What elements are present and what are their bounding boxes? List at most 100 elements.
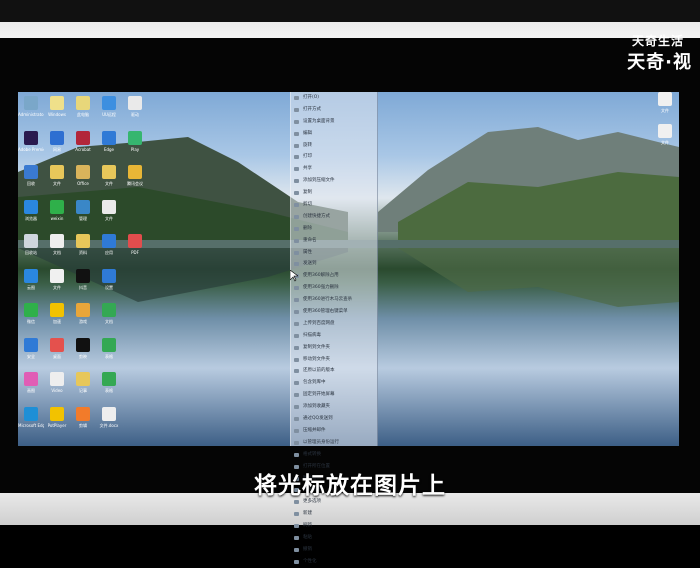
desktop-icon[interactable]: 云图: [18, 268, 44, 299]
desktop-icon[interactable]: 记事: [70, 372, 96, 402]
context-menu-item[interactable]: 新建: [291, 508, 377, 520]
desktop-icon[interactable]: 文档: [44, 234, 70, 264]
desktop-icon-label: 记事: [79, 388, 87, 393]
context-menu-item[interactable]: 重命名: [291, 235, 377, 247]
desktop-icon-label: 加速: [53, 319, 61, 324]
context-menu-item[interactable]: 添加到收藏夹: [291, 401, 377, 413]
context-menu-item[interactable]: 设置为桌面背景: [291, 116, 377, 128]
context-menu-item[interactable]: 使用360强力删除: [291, 282, 377, 294]
desktop-icon[interactable]: 回收: [18, 165, 44, 195]
context-menu-item[interactable]: 以管理员身份运行: [291, 437, 377, 449]
app-icon: [50, 372, 64, 386]
desktop-icon[interactable]: 桌面: [44, 337, 70, 368]
context-menu-item[interactable]: 包含到库中: [291, 377, 377, 389]
desktop-icon[interactable]: Video: [44, 372, 70, 402]
context-menu-item[interactable]: 打印: [291, 151, 377, 163]
context-menu-item[interactable]: 上传到百度网盘: [291, 318, 377, 330]
context-menu-item[interactable]: 旋转: [291, 140, 377, 152]
desktop-icon[interactable]: 资料: [70, 234, 96, 264]
context-menu-item[interactable]: 还原以前的版本: [291, 365, 377, 377]
desktop-icon[interactable]: 文件.docx: [96, 406, 122, 437]
context-menu-item[interactable]: 格式转换: [291, 449, 377, 461]
desktop-icon[interactable]: Adobe Premiere: [18, 130, 44, 161]
desktop-icon[interactable]: 剪映: [70, 337, 96, 368]
desktop-icon[interactable]: 表格: [96, 337, 122, 368]
context-menu-item[interactable]: 添加到压缩文件: [291, 175, 377, 187]
desktop-icon[interactable]: Ofﬁce: [70, 165, 96, 195]
desktop-icon[interactable]: Windows: [44, 96, 70, 126]
desktop-icon-right-1[interactable]: 文件: [652, 92, 678, 122]
desktop-icon[interactable]: 剪辑: [70, 406, 96, 437]
menu-item-icon: [294, 179, 299, 184]
context-menu-item[interactable]: 编辑: [291, 128, 377, 140]
desktop-icon[interactable]: 游戏: [70, 303, 96, 333]
app-icon: [102, 268, 116, 283]
desktop-icon[interactable]: 安全: [18, 337, 44, 368]
desktop-icon[interactable]: 文件: [44, 165, 70, 195]
context-menu-item[interactable]: 使用360解除占用: [291, 270, 377, 282]
app-icon: [102, 372, 116, 386]
app-icon: [24, 234, 38, 248]
context-menu-item[interactable]: 复制到文件夹: [291, 342, 377, 354]
desktop-icon[interactable]: Play: [122, 130, 148, 161]
context-menu-item[interactable]: 撤销: [291, 544, 377, 556]
context-menu-item[interactable]: 创建快捷方式: [291, 211, 377, 223]
menu-item-label: 打开方式: [303, 106, 321, 112]
context-menu-item[interactable]: 使用360进行木马云查杀: [291, 294, 377, 306]
desktop-icon[interactable]: 应用: [96, 234, 122, 264]
context-menu-item[interactable]: 打开(O): [291, 92, 377, 104]
desktop-icon[interactable]: UU远程: [96, 96, 122, 126]
desktop-icon[interactable]: Edge: [96, 130, 122, 161]
menu-item-label: 通过QQ发送到: [303, 416, 333, 422]
desktop-icon[interactable]: 设置: [96, 268, 122, 299]
context-menu-item[interactable]: 剪切: [291, 199, 377, 211]
app-icon: [24, 96, 38, 110]
desktop-icon[interactable]: 腾讯会议: [122, 165, 148, 195]
desktop-icon-label: 云图: [27, 284, 35, 290]
context-menu-item[interactable]: 压缩并邮件: [291, 425, 377, 437]
context-menu-item[interactable]: 通过QQ发送到: [291, 413, 377, 425]
context-menu-item[interactable]: 刷新: [291, 520, 377, 532]
context-menu-item[interactable]: 复制: [291, 187, 377, 199]
desktop-icon[interactable]: 微信: [18, 303, 44, 333]
desktop-icon[interactable]: 此电脑: [70, 96, 96, 126]
desktop-icon-label: 文件: [105, 181, 113, 186]
desktop-icon-label: 此电脑: [77, 112, 89, 117]
context-menu-item[interactable]: 粘贴: [291, 532, 377, 544]
desktop-icon[interactable]: Microsoft Edge: [18, 406, 44, 437]
desktop-icon[interactable]: PotPlayer: [44, 406, 70, 437]
desktop-icon[interactable]: Administrator: [18, 96, 44, 126]
context-menu-item[interactable]: 打开方式: [291, 104, 377, 116]
desktop-icon[interactable]: 管理: [70, 199, 96, 230]
desktop-icon-right-2[interactable]: 文件: [652, 124, 678, 154]
desktop-icon[interactable]: Acrobat: [70, 130, 96, 161]
desktop-icon[interactable]: 表格: [96, 372, 122, 402]
desktop-icon[interactable]: 文件: [44, 268, 70, 299]
context-menu-item[interactable]: 共享: [291, 163, 377, 175]
context-menu-item[interactable]: 扫描病毒: [291, 330, 377, 342]
context-menu-item[interactable]: 属性: [291, 247, 377, 259]
desktop-icon[interactable]: 回收站: [18, 234, 44, 264]
context-menu-item[interactable]: 删除: [291, 223, 377, 235]
file-icon: [658, 92, 672, 106]
menu-item-label: 扫描病毒: [303, 332, 321, 338]
desktop-icon[interactable]: 文件: [96, 165, 122, 195]
context-menu-item[interactable]: 个性化: [291, 556, 377, 568]
desktop-icon[interactable]: 抖音: [70, 268, 96, 299]
desktop-icon[interactable]: 文档: [96, 303, 122, 333]
menu-item-icon: [294, 333, 299, 338]
desktop-icon[interactable]: weixin: [44, 199, 70, 230]
context-menu-item[interactable]: 使用360管理右键菜单: [291, 306, 377, 318]
desktop-icon[interactable]: 驱动: [122, 96, 148, 126]
desktop-icon[interactable]: 画图: [18, 372, 44, 402]
context-menu-item[interactable]: 发送到: [291, 258, 377, 270]
desktop-icon[interactable]: 加速: [44, 303, 70, 333]
desktop-icon[interactable]: 文件: [96, 199, 122, 230]
context-menu[interactable]: 打开(O) 打开方式设置为桌面背景 编辑 旋转 打印 共享 添加到压缩文件 复制 剪切 创建快捷方…: [290, 92, 378, 564]
context-menu-item[interactable]: 移动到文件夹: [291, 354, 377, 366]
desktop-icon[interactable]: 浏览器: [18, 199, 44, 230]
desktop-icon[interactable]: PDF: [122, 234, 148, 264]
desktop-icon[interactable]: 网易: [44, 130, 70, 161]
app-icon: [102, 130, 116, 145]
context-menu-item[interactable]: 固定到开始屏幕: [291, 389, 377, 401]
